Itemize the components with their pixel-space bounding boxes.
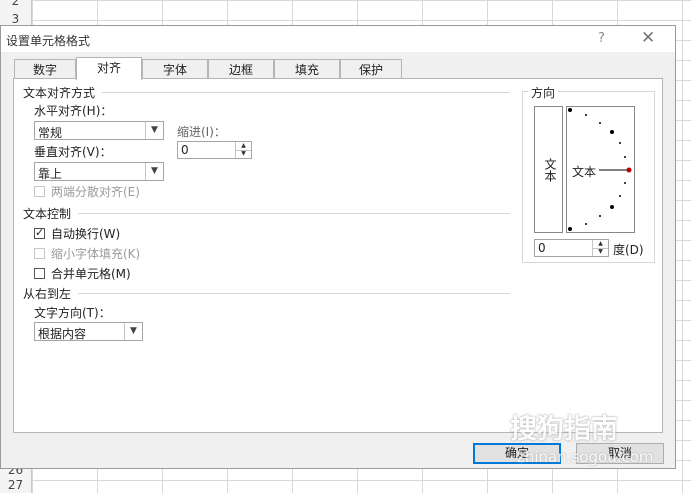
- section-text-alignment: 文本对齐方式: [23, 86, 96, 100]
- indent-stepper-buttons: ▲ ▼: [235, 142, 251, 158]
- horizontal-align-label: 水平对齐(H)：: [34, 104, 113, 118]
- wrap-text-checkbox[interactable]: ✓: [34, 226, 45, 239]
- degree-label: 度(D): [613, 243, 644, 257]
- section-divider: [78, 213, 510, 214]
- distributed-label: 两端分散对齐(E): [51, 185, 140, 199]
- close-icon[interactable]: ✕: [641, 28, 655, 48]
- distributed-checkbox[interactable]: [34, 186, 45, 197]
- vertical-text-sample: 文本: [543, 158, 557, 182]
- tab-border[interactable]: 边框: [208, 59, 274, 79]
- chevron-down-icon[interactable]: ▼: [145, 163, 163, 180]
- section-divider: [78, 293, 510, 294]
- vertical-align-select[interactable]: 靠上 ▼: [34, 162, 164, 181]
- vertical-align-value: 靠上: [38, 167, 63, 181]
- section-divider: [102, 92, 510, 93]
- tab-protection[interactable]: 保护: [340, 59, 402, 79]
- degree-stepper-buttons: ▲ ▼: [592, 240, 608, 256]
- orientation-dial[interactable]: 文本: [566, 106, 635, 233]
- indent-value: 0: [181, 143, 189, 157]
- indent-label: 缩进(I)：: [177, 125, 226, 139]
- wrap-text-label: 自动换行(W): [51, 227, 121, 241]
- spin-down-icon[interactable]: ▼: [593, 248, 608, 256]
- horizontal-align-select[interactable]: 常规 ▼: [34, 121, 164, 140]
- row-number[interactable]: 3: [0, 12, 31, 26]
- vertical-text-box[interactable]: 文本: [534, 106, 563, 233]
- degree-stepper[interactable]: 0 ▲ ▼: [534, 239, 609, 257]
- chevron-down-icon[interactable]: ▼: [124, 323, 142, 340]
- checkmark-icon: ✓: [35, 226, 45, 239]
- tab-font[interactable]: 字体: [142, 59, 208, 79]
- tab-fill[interactable]: 填充: [274, 59, 340, 79]
- shrink-to-fit-checkbox[interactable]: [34, 248, 45, 259]
- watermark-url: zhinan.sogou.com: [517, 448, 654, 466]
- dialog-title: 设置单元格格式: [6, 34, 91, 48]
- dialog-titlebar: 设置单元格格式 ? ✕: [1, 26, 675, 52]
- text-direction-select[interactable]: 根据内容 ▼: [34, 322, 143, 341]
- text-direction-value: 根据内容: [38, 327, 87, 341]
- text-direction-label: 文字方向(T)：: [34, 306, 111, 320]
- alignment-panel: 文本对齐方式 水平对齐(H)： 常规 ▼ 缩进(I)： 0 ▲ ▼ 垂直对齐(V…: [13, 78, 663, 433]
- shrink-to-fit-label: 缩小字体填充(K): [51, 247, 141, 261]
- chevron-down-icon[interactable]: ▼: [145, 122, 163, 139]
- tab-number[interactable]: 数字: [14, 59, 76, 79]
- watermark-logo: 搜狗指南: [510, 414, 618, 445]
- merge-cells-label: 合并单元格(M): [51, 267, 131, 281]
- help-icon[interactable]: ?: [598, 31, 605, 46]
- section-right-to-left: 从右到左: [23, 287, 72, 301]
- tab-alignment[interactable]: 对齐: [76, 57, 142, 80]
- row-number[interactable]: 2: [0, 0, 31, 8]
- indent-stepper[interactable]: 0 ▲ ▼: [177, 141, 252, 159]
- degree-value: 0: [538, 241, 546, 255]
- section-text-control: 文本控制: [23, 207, 72, 221]
- merge-cells-checkbox[interactable]: [34, 268, 45, 279]
- dial-text-sample: 文本: [572, 163, 597, 180]
- row-number[interactable]: 27: [0, 478, 31, 492]
- section-orientation: 方向: [528, 84, 559, 101]
- horizontal-align-value: 常规: [38, 126, 63, 140]
- vertical-align-label: 垂直对齐(V)：: [34, 145, 112, 159]
- spin-down-icon[interactable]: ▼: [236, 150, 251, 158]
- format-cells-dialog: 设置单元格格式 ? ✕ 数字 对齐 字体 边框 填充 保护 文本对齐方式 水平对…: [0, 25, 676, 469]
